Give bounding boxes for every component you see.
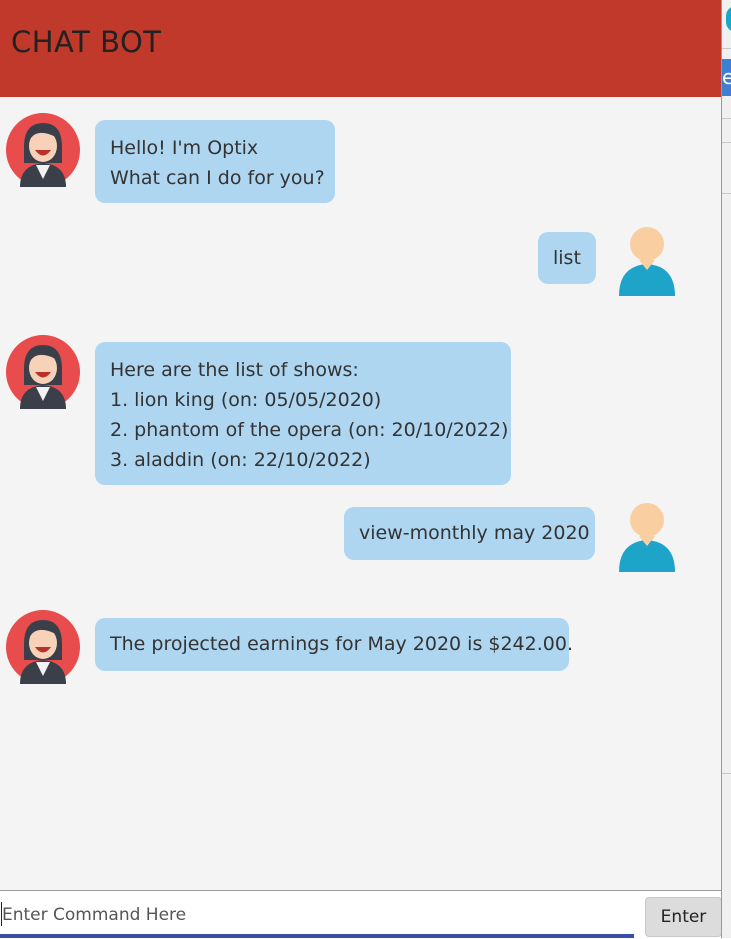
user-avatar-icon (619, 227, 675, 296)
background-window-button: e (722, 59, 731, 96)
message-bubble: The projected earnings for May 2020 is $… (95, 618, 573, 671)
app-header: CHAT BOT (0, 0, 721, 97)
chat-window: CHAT BOT Hello! I'm Optix What can I do … (0, 0, 722, 939)
text-caret (1, 902, 2, 926)
message-line: Hello! I'm Optix (110, 137, 259, 159)
user-avatar-icon (619, 503, 675, 572)
command-input[interactable] (0, 897, 640, 933)
divider (722, 142, 731, 143)
bot-avatar-icon (6, 610, 80, 684)
message-line: list (553, 247, 581, 269)
bot-avatar-icon (6, 335, 80, 409)
message-line: The projected earnings for May 2020 is $… (110, 633, 573, 655)
background-window-label: e (722, 65, 731, 89)
message-line: Here are the list of shows: (110, 359, 359, 381)
message-bubble: list (538, 232, 596, 284)
divider (722, 193, 731, 194)
message-line: 1. lion king (on: 05/05/2020) (110, 389, 382, 411)
message-line: 3. aladdin (on: 22/10/2022) (110, 449, 371, 471)
bot-avatar-icon (6, 113, 80, 187)
message-bubble: Hello! I'm Optix What can I do for you? (95, 120, 335, 203)
message-bubble: Here are the list of shows: 1. lion king… (95, 342, 511, 485)
app-title: CHAT BOT (11, 25, 162, 59)
message-line: 2. phantom of the opera (on: 20/10/2022) (110, 419, 509, 441)
background-window-edge (721, 0, 731, 938)
message-line: view-monthly may 2020 (359, 522, 590, 544)
enter-button[interactable]: Enter (645, 897, 722, 937)
focus-underline (0, 934, 634, 938)
divider (722, 118, 731, 119)
divider (722, 773, 731, 774)
message-line: What can I do for you? (110, 167, 325, 189)
divider (722, 48, 731, 49)
message-bubble: view-monthly may 2020 (344, 507, 595, 560)
